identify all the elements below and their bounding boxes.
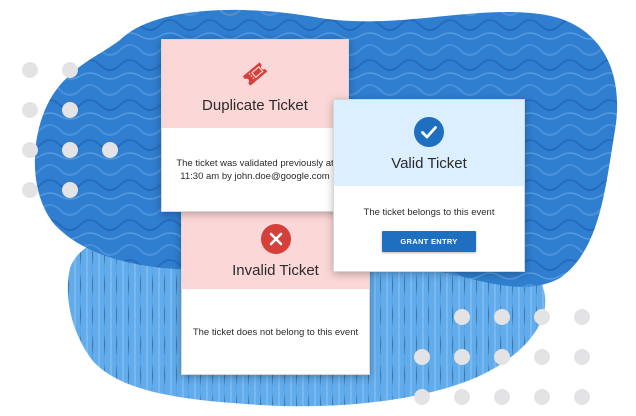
decor-dot bbox=[494, 389, 510, 405]
duplicate-ticket-body: The ticket was validated previously at 1… bbox=[162, 128, 348, 211]
valid-ticket-message: The ticket belongs to this event bbox=[363, 207, 495, 218]
decor-dot bbox=[22, 102, 38, 118]
decor-dot bbox=[454, 349, 470, 365]
decor-dot bbox=[414, 389, 430, 405]
decor-dot bbox=[102, 142, 118, 158]
decor-dot bbox=[574, 389, 590, 405]
decor-dot bbox=[62, 102, 78, 118]
decor-dot bbox=[494, 309, 510, 325]
decor-dot bbox=[534, 389, 550, 405]
duplicate-ticket-message-line2: 11:30 am by john.doe@google.com bbox=[180, 171, 330, 182]
valid-ticket-card: Valid Ticket The ticket belongs to this … bbox=[333, 99, 525, 272]
decor-dot bbox=[534, 309, 550, 325]
check-circle-icon bbox=[414, 117, 444, 147]
decor-dot bbox=[62, 142, 78, 158]
invalid-ticket-body: The ticket does not belong to this event bbox=[182, 289, 369, 374]
decor-dot bbox=[22, 62, 38, 78]
ticket-icon bbox=[242, 62, 268, 86]
decor-dot bbox=[454, 309, 470, 325]
duplicate-ticket-message-line1: The ticket was validated previously at bbox=[176, 158, 334, 169]
decor-dot bbox=[454, 389, 470, 405]
grant-entry-button[interactable]: GRANT ENTRY bbox=[382, 231, 476, 252]
valid-ticket-header: Valid Ticket bbox=[334, 100, 524, 186]
close-circle-icon bbox=[260, 223, 291, 254]
decor-dot bbox=[22, 182, 38, 198]
decor-dot bbox=[574, 349, 590, 365]
invalid-ticket-title: Invalid Ticket bbox=[232, 261, 319, 279]
decor-dot bbox=[22, 142, 38, 158]
decor-dot bbox=[494, 349, 510, 365]
decor-dot bbox=[62, 62, 78, 78]
invalid-ticket-message: The ticket does not belong to this event bbox=[192, 326, 359, 338]
decor-dot bbox=[62, 182, 78, 198]
valid-ticket-title: Valid Ticket bbox=[391, 155, 467, 172]
decor-dot bbox=[574, 309, 590, 325]
duplicate-ticket-header: Duplicate Ticket bbox=[162, 40, 348, 128]
ticket-validation-illustration: Invalid Ticket The ticket does not belon… bbox=[0, 0, 636, 416]
decor-dot bbox=[414, 349, 430, 365]
valid-ticket-body: The ticket belongs to this event GRANT E… bbox=[334, 186, 524, 271]
duplicate-ticket-title: Duplicate Ticket bbox=[202, 97, 308, 114]
decor-dot bbox=[534, 349, 550, 365]
duplicate-ticket-card: Duplicate Ticket The ticket was validate… bbox=[161, 39, 349, 212]
